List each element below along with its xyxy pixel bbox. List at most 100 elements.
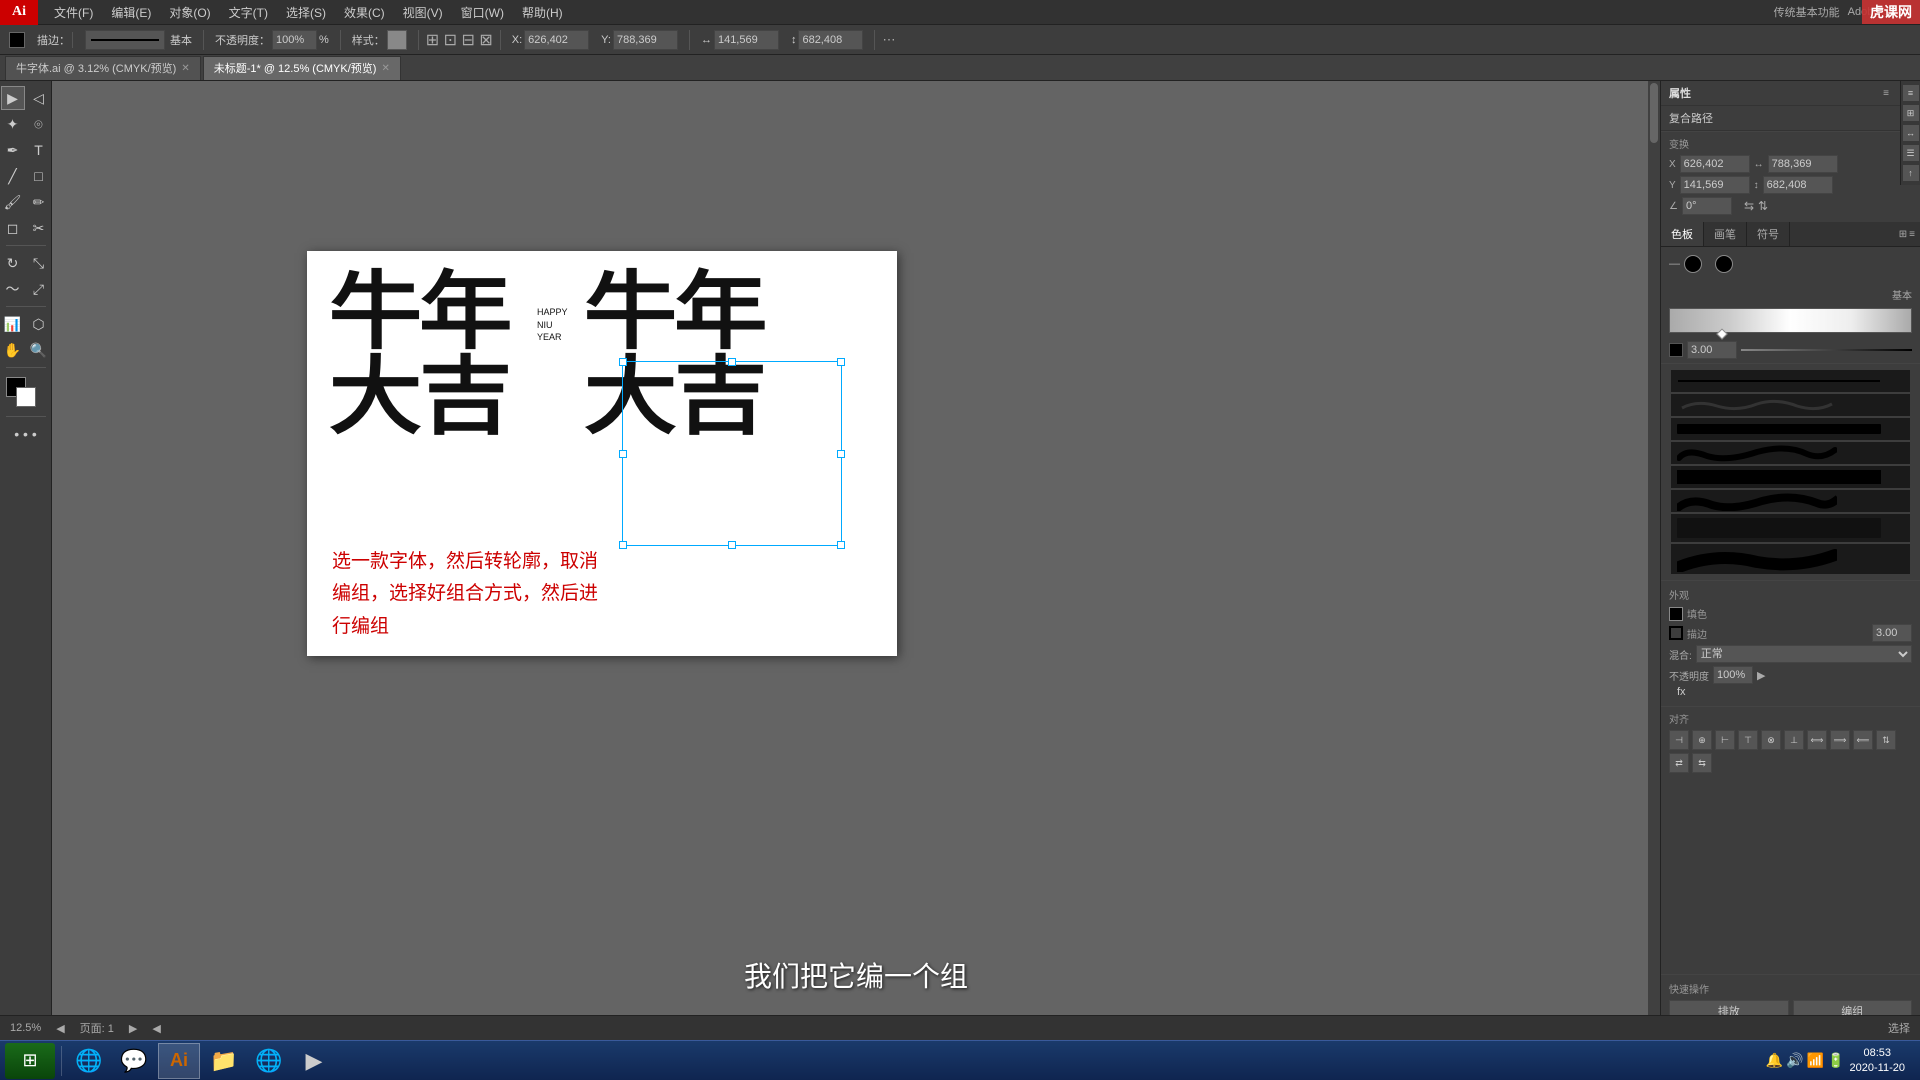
- align-icons[interactable]: ⊞ ⊡ ⊟ ⊠: [426, 30, 493, 50]
- distribute-top[interactable]: ⇅: [1876, 730, 1896, 750]
- align-center-h[interactable]: ⊕: [1692, 730, 1712, 750]
- tab-0-close[interactable]: ✕: [181, 63, 189, 74]
- eraser-tool[interactable]: ◻: [1, 216, 25, 240]
- style-preview[interactable]: [387, 30, 407, 50]
- scissors-tool[interactable]: ✂: [27, 216, 51, 240]
- taskbar-wechat[interactable]: 💬: [113, 1043, 155, 1079]
- brush-preview-2[interactable]: [1671, 394, 1909, 416]
- y-transform-input[interactable]: [1680, 176, 1750, 194]
- distribute-right[interactable]: ⟸: [1853, 730, 1873, 750]
- taskbar-folder[interactable]: 📁: [203, 1043, 245, 1079]
- canvas-area[interactable]: 牛年 大吉 HAPPY NIU YEAR 牛年 大吉 选一款字体，然后转轮廓，取…: [52, 81, 1660, 1055]
- select-tool[interactable]: ▶: [1, 86, 25, 110]
- menu-view[interactable]: 视图(V): [395, 2, 451, 23]
- tab-1-close[interactable]: ✕: [381, 63, 389, 74]
- x-transform-input[interactable]: [1680, 155, 1750, 173]
- opacity-input[interactable]: [272, 30, 317, 50]
- y-input[interactable]: [613, 30, 678, 50]
- tray-icon-battery[interactable]: 🔋: [1827, 1052, 1844, 1069]
- column-graph-tool[interactable]: 📊: [1, 312, 25, 336]
- warp-tool[interactable]: 〜: [1, 277, 25, 301]
- align-center-v[interactable]: ⊗: [1761, 730, 1781, 750]
- stroke-color-box-appear[interactable]: [1669, 626, 1683, 640]
- align-left[interactable]: ⊣: [1669, 730, 1689, 750]
- stroke-style-selector[interactable]: 基本: [81, 28, 196, 52]
- menu-select[interactable]: 选择(S): [278, 2, 334, 23]
- menu-window[interactable]: 窗口(W): [453, 2, 512, 23]
- blend-mode-select[interactable]: 正常: [1696, 645, 1912, 663]
- flip-v-icon[interactable]: ⇅: [1758, 199, 1768, 213]
- width-tool[interactable]: ⤢: [27, 277, 51, 301]
- tab-symbol[interactable]: 符号: [1747, 222, 1790, 246]
- menu-edit[interactable]: 编辑(E): [103, 2, 159, 23]
- flip-h-icon[interactable]: ⇆: [1744, 199, 1754, 213]
- perspective-tool[interactable]: ⬡: [27, 312, 51, 336]
- taskbar-media[interactable]: ▶: [293, 1043, 335, 1079]
- select-tool-indicator[interactable]: [5, 30, 29, 50]
- text-tool[interactable]: T: [27, 138, 51, 162]
- x-input[interactable]: [524, 30, 589, 50]
- opacity-appear-input[interactable]: [1713, 666, 1753, 684]
- align-top[interactable]: ⊤: [1738, 730, 1758, 750]
- gradient-bar[interactable]: [1669, 308, 1912, 333]
- zoom-control[interactable]: 12.5%: [10, 1022, 41, 1034]
- align-right[interactable]: ⊢: [1715, 730, 1735, 750]
- tab-brush[interactable]: 画笔: [1704, 222, 1747, 246]
- w-transform-input[interactable]: [1768, 155, 1838, 173]
- panel-icon-transform[interactable]: ↔: [1903, 125, 1919, 141]
- align-bottom[interactable]: ⊥: [1784, 730, 1804, 750]
- angle-input[interactable]: [1682, 197, 1732, 215]
- distribute-center-v[interactable]: ⇄: [1669, 753, 1689, 773]
- pen-tool[interactable]: ✒: [1, 138, 25, 162]
- page-nav-next[interactable]: ▶: [129, 1022, 137, 1035]
- taskbar-browser[interactable]: 🌐: [248, 1043, 290, 1079]
- menu-text[interactable]: 文字(T): [221, 2, 276, 23]
- brush-preview-1[interactable]: [1671, 370, 1909, 392]
- taskbar-explorer[interactable]: 🌐: [68, 1043, 110, 1079]
- menu-object[interactable]: 对象(O): [161, 2, 218, 23]
- tray-icon-2[interactable]: 🔊: [1786, 1052, 1803, 1069]
- brush-preview-7[interactable]: [1671, 514, 1909, 542]
- brush-preview-5[interactable]: [1671, 466, 1909, 488]
- canvas-scrollbar-v[interactable]: [1648, 81, 1660, 1043]
- panel-menu2-icon[interactable]: ≡: [1909, 229, 1915, 240]
- status-scroll[interactable]: ◀: [152, 1022, 160, 1035]
- tray-icon-network[interactable]: 📶: [1807, 1052, 1824, 1069]
- extra-tool[interactable]: • • •: [6, 422, 46, 446]
- brush-preview-4[interactable]: [1671, 442, 1909, 464]
- fill-color-box[interactable]: [1669, 607, 1683, 621]
- panel-icon-properties[interactable]: ≡: [1903, 85, 1919, 101]
- h-input[interactable]: [798, 30, 863, 50]
- panel-expand-icon[interactable]: ⊞: [1899, 229, 1907, 240]
- distribute-bottom[interactable]: ⇆: [1692, 753, 1712, 773]
- brush-preview-6[interactable]: [1671, 490, 1909, 512]
- panel-icon-layer[interactable]: ☰: [1903, 145, 1919, 161]
- brush-preview-8[interactable]: [1671, 544, 1909, 574]
- lasso-tool[interactable]: ⌾: [27, 112, 51, 136]
- swatch-black[interactable]: [1684, 255, 1702, 273]
- tab-0[interactable]: 牛字体.ai @ 3.12% (CMYK/预览) ✕: [5, 56, 201, 80]
- zoom-tool[interactable]: 🔍: [27, 338, 51, 362]
- stroke-indicator[interactable]: 描边：: [33, 30, 77, 50]
- stroke-color-box[interactable]: [1669, 343, 1683, 357]
- taskbar-ai[interactable]: Ai: [158, 1043, 200, 1079]
- stroke-size-appear-input[interactable]: [1872, 624, 1912, 642]
- distribute-center-h[interactable]: ⟹: [1830, 730, 1850, 750]
- background-color[interactable]: [16, 387, 36, 407]
- style-control[interactable]: 样式：: [348, 28, 411, 52]
- swatch-dash[interactable]: —: [1669, 258, 1680, 270]
- w-input[interactable]: [714, 30, 779, 50]
- scale-tool[interactable]: ⤡: [27, 251, 51, 275]
- swatch-black2[interactable]: [1715, 255, 1733, 273]
- stroke-size-input[interactable]: [1687, 341, 1737, 359]
- panel-icon-align[interactable]: ⊞: [1903, 105, 1919, 121]
- panel-menu-icon[interactable]: ≡: [1878, 85, 1894, 101]
- page-nav-prev[interactable]: ◀: [56, 1022, 64, 1035]
- rect-tool[interactable]: □: [27, 164, 51, 188]
- rotate-tool[interactable]: ↻: [1, 251, 25, 275]
- magic-wand-tool[interactable]: ✦: [1, 112, 25, 136]
- paintbrush-tool[interactable]: 🖌: [1, 190, 25, 214]
- pencil-tool[interactable]: ✏: [27, 190, 51, 214]
- menu-effect[interactable]: 效果(C): [336, 2, 393, 23]
- menu-help[interactable]: 帮助(H): [514, 2, 571, 23]
